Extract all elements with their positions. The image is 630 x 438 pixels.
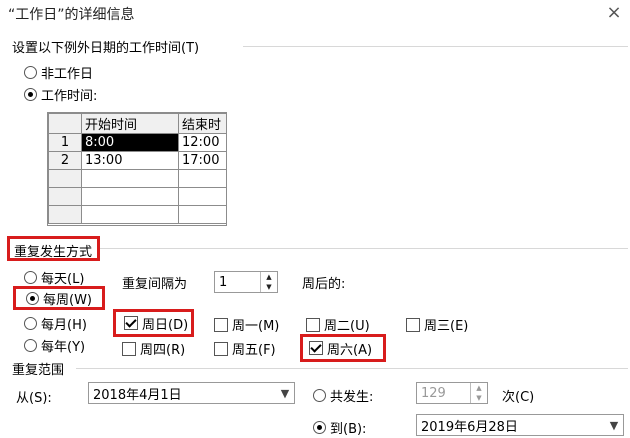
header-start[interactable]: 开始时间 bbox=[81, 113, 179, 134]
daily-label: 每天(L) bbox=[41, 272, 85, 287]
from-label: 从(S): bbox=[16, 391, 52, 406]
nonwork-radio[interactable] bbox=[24, 66, 37, 79]
monthly-label: 每月(H) bbox=[41, 318, 87, 333]
recurrence-section-label-highlight: 重复发生方式 bbox=[7, 236, 100, 261]
mon-label: 周一(M) bbox=[232, 319, 280, 334]
daily-option[interactable]: 每天(L) bbox=[24, 268, 84, 287]
tue-label: 周二(U) bbox=[324, 319, 370, 334]
daily-radio[interactable] bbox=[24, 271, 37, 284]
weekly-option[interactable]: 每周(W) bbox=[13, 286, 105, 310]
table-corner bbox=[48, 113, 82, 134]
end-time-cell[interactable]: 17:00 bbox=[178, 151, 226, 170]
start-time-cell[interactable]: 13:00 bbox=[81, 151, 179, 170]
nonwork-option[interactable]: 非工作日 bbox=[24, 63, 93, 82]
spin-buttons[interactable]: ▲ ▼ bbox=[260, 272, 277, 292]
day-fri-option[interactable]: 周五(F) bbox=[214, 339, 276, 358]
worktime-section-label: 设置以下例外日期的工作时间(T) bbox=[12, 41, 200, 56]
yearly-label: 每年(Y) bbox=[41, 340, 86, 355]
mon-checkbox[interactable] bbox=[214, 317, 228, 332]
table-row[interactable]: 2 13:00 17:00 bbox=[48, 151, 226, 170]
weekly-label: 每周(W) bbox=[43, 292, 92, 308]
yearly-radio[interactable] bbox=[24, 339, 37, 352]
yearly-option[interactable]: 每年(Y) bbox=[24, 336, 85, 355]
chevron-down-icon[interactable]: ▼ bbox=[605, 415, 623, 435]
worktime-radio[interactable] bbox=[24, 88, 37, 101]
fri-checkbox[interactable] bbox=[214, 341, 228, 356]
sun-checkbox[interactable] bbox=[124, 316, 138, 330]
day-sat-option[interactable]: 周六(A) bbox=[300, 334, 386, 362]
chevron-down-icon[interactable]: ▼ bbox=[276, 383, 294, 403]
table-header-row: 开始时间 结束时 bbox=[48, 113, 226, 134]
sun-label: 周日(D) bbox=[142, 317, 189, 333]
row-number: 2 bbox=[48, 151, 82, 170]
to-date-value: 2019年6月28日 bbox=[421, 419, 518, 435]
range-section-label: 重复范围 bbox=[12, 363, 65, 378]
end-time-cell[interactable]: 12:00 bbox=[178, 133, 226, 152]
fri-label: 周五(F) bbox=[232, 343, 276, 358]
from-date-dropdown[interactable]: 2018年4月1日 ▼ bbox=[88, 382, 295, 404]
close-icon[interactable]: × bbox=[604, 2, 624, 23]
sat-label: 周六(A) bbox=[327, 342, 373, 358]
from-date-value: 2018年4月1日 bbox=[93, 387, 182, 403]
window-title: “工作日”的详细信息 bbox=[8, 7, 135, 23]
wed-checkbox[interactable] bbox=[406, 317, 420, 332]
recurrence-section-label: 重复发生方式 bbox=[14, 245, 93, 260]
day-sun-option[interactable]: 周日(D) bbox=[113, 309, 194, 337]
times-label: 次(C) bbox=[502, 390, 535, 405]
worktime-label: 工作时间: bbox=[41, 89, 98, 104]
row-number: 1 bbox=[48, 133, 82, 152]
day-thu-option[interactable]: 周四(R) bbox=[122, 339, 185, 358]
monthly-radio[interactable] bbox=[24, 317, 37, 330]
tue-checkbox[interactable] bbox=[306, 317, 320, 332]
end-by-radio[interactable] bbox=[313, 421, 326, 434]
start-time-cell[interactable]: 8:00 bbox=[81, 133, 179, 152]
end-by-option[interactable]: 到(B): bbox=[313, 418, 366, 437]
weeks-after-label: 周后的: bbox=[302, 277, 346, 292]
thu-label: 周四(R) bbox=[140, 343, 186, 358]
divider bbox=[100, 248, 628, 249]
monthly-option[interactable]: 每月(H) bbox=[24, 314, 87, 333]
day-mon-option[interactable]: 周一(M) bbox=[214, 315, 279, 334]
interval-label: 重复间隔为 bbox=[122, 277, 188, 292]
wed-label: 周三(E) bbox=[424, 319, 469, 334]
day-tue-option[interactable]: 周二(U) bbox=[306, 315, 370, 334]
nonwork-label: 非工作日 bbox=[41, 67, 94, 82]
divider bbox=[76, 368, 628, 369]
header-end[interactable]: 结束时 bbox=[178, 113, 226, 134]
sat-checkbox[interactable] bbox=[309, 341, 323, 355]
interval-stepper[interactable]: 1 ▲ ▼ bbox=[214, 271, 278, 293]
table-row[interactable] bbox=[48, 205, 226, 224]
weekly-radio[interactable] bbox=[26, 291, 39, 305]
divider bbox=[243, 46, 628, 47]
thu-checkbox[interactable] bbox=[122, 341, 136, 356]
spin-buttons[interactable]: ▲ ▼ bbox=[470, 383, 487, 403]
interval-value: 1 bbox=[219, 274, 228, 290]
table-row[interactable] bbox=[48, 169, 226, 188]
end-by-label: 到(B): bbox=[330, 422, 367, 437]
worktime-option[interactable]: 工作时间: bbox=[24, 85, 97, 104]
occur-radio[interactable] bbox=[313, 389, 326, 402]
occur-count-stepper[interactable]: 129 ▲ ▼ bbox=[416, 382, 488, 404]
occur-label: 共发生: bbox=[330, 390, 374, 405]
day-wed-option[interactable]: 周三(E) bbox=[406, 315, 468, 334]
worktime-table[interactable]: 开始时间 结束时 1 8:00 12:00 2 13:00 17:00 bbox=[47, 112, 227, 226]
to-date-dropdown[interactable]: 2019年6月28日 ▼ bbox=[416, 414, 624, 436]
occur-count-value: 129 bbox=[421, 385, 446, 401]
table-row[interactable] bbox=[48, 187, 226, 206]
occur-option[interactable]: 共发生: bbox=[313, 386, 373, 405]
table-row[interactable]: 1 8:00 12:00 bbox=[48, 133, 226, 152]
